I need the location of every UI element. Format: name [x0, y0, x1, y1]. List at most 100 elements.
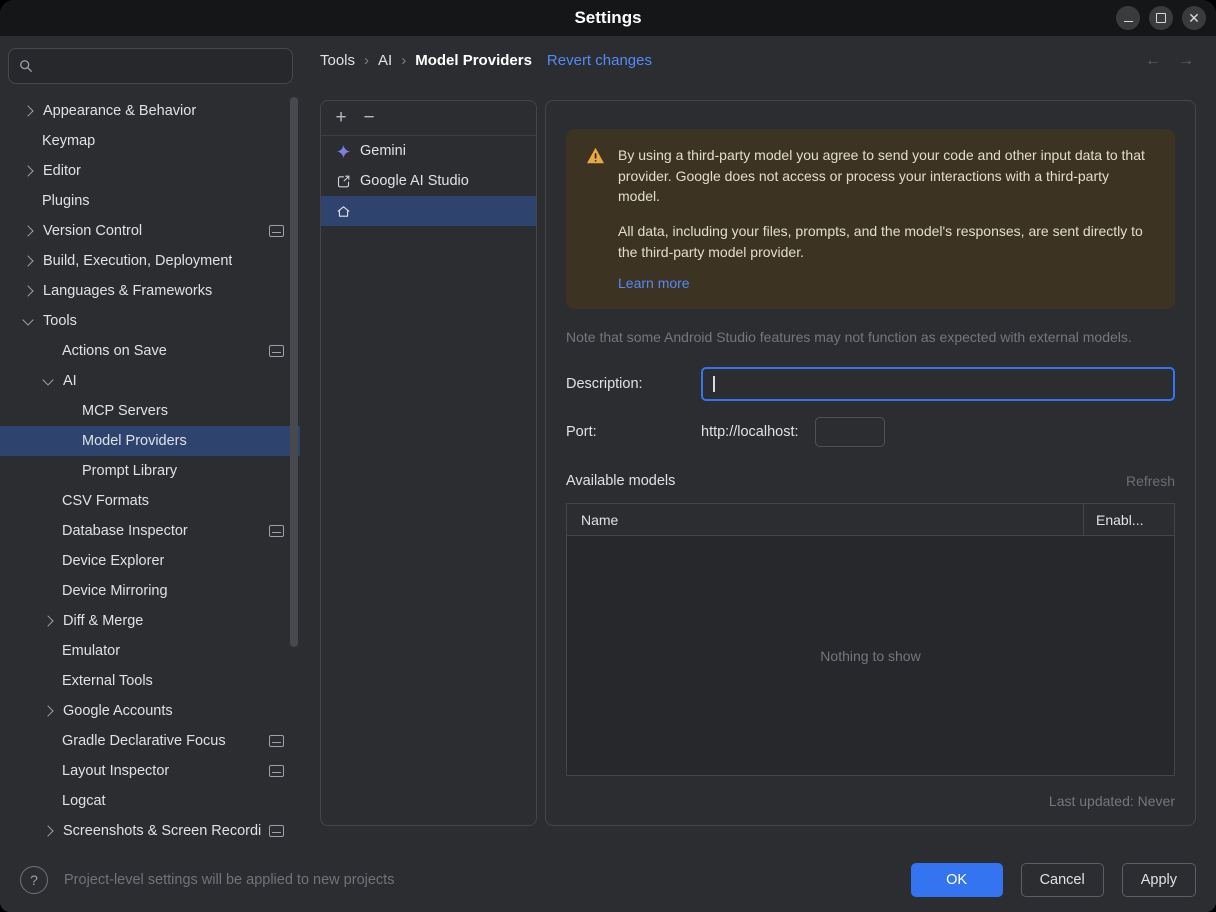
breadcrumb-ai[interactable]: AI: [378, 52, 392, 69]
gemini-icon: [335, 143, 351, 159]
port-label: Port:: [566, 424, 597, 441]
sidebar-item-label: Device Explorer: [62, 553, 165, 569]
description-input[interactable]: [711, 369, 1169, 402]
chevron-right-icon[interactable]: [42, 615, 54, 627]
sidebar-item-label: Diff & Merge: [63, 613, 144, 629]
column-header-enabled[interactable]: Enabl...: [1083, 504, 1174, 536]
sidebar-item-database-inspector[interactable]: Database Inspector: [0, 516, 300, 546]
maximize-button[interactable]: [1149, 6, 1173, 30]
models-table-body: Nothing to show: [567, 536, 1174, 776]
provider-item-gemini[interactable]: Gemini: [321, 136, 536, 166]
sidebar-item-label: Keymap: [42, 133, 96, 149]
close-button[interactable]: ✕: [1182, 6, 1206, 30]
sidebar-item-build-execution-deployment[interactable]: Build, Execution, Deployment: [0, 246, 300, 276]
sidebar-item-label: Model Providers: [82, 433, 187, 449]
sidebar-item-prompt-library[interactable]: Prompt Library: [0, 456, 300, 486]
sidebar-item-tools[interactable]: Tools: [0, 306, 300, 336]
settings-search-input[interactable]: [41, 57, 282, 75]
sidebar-item-label: Plugins: [42, 193, 90, 209]
sidebar-item-layout-inspector[interactable]: Layout Inspector: [0, 756, 300, 786]
breadcrumb-tools[interactable]: Tools: [320, 52, 355, 69]
sidebar-item-version-control[interactable]: Version Control: [0, 216, 300, 246]
minimize-icon: [1123, 20, 1133, 23]
last-updated-label: Last updated: Never: [1048, 793, 1175, 810]
refresh-button[interactable]: Refresh: [1126, 473, 1175, 489]
chevron-right-icon[interactable]: [42, 825, 54, 837]
sidebar-item-google-accounts[interactable]: Google Accounts: [0, 696, 300, 726]
sidebar-item-label: Editor: [43, 163, 81, 179]
sidebar-item-label: Emulator: [62, 643, 121, 659]
learn-more-link[interactable]: Learn more: [618, 275, 690, 291]
ok-button[interactable]: OK: [910, 863, 1003, 897]
sidebar-item-plugins[interactable]: Plugins: [0, 186, 300, 216]
warning-paragraph-1: By using a third-party model you agree t…: [618, 147, 1145, 205]
chevron-right-icon[interactable]: [22, 165, 34, 177]
sidebar-item-editor[interactable]: Editor: [0, 156, 300, 186]
chevron-down-icon[interactable]: [42, 373, 54, 386]
sidebar-item-languages-frameworks[interactable]: Languages & Frameworks: [0, 276, 300, 306]
apply-button[interactable]: Apply: [1121, 863, 1196, 897]
sidebar-item-keymap[interactable]: Keymap: [0, 126, 300, 156]
sidebar-item-label: Languages & Frameworks: [43, 283, 213, 299]
search-box[interactable]: [8, 48, 293, 84]
warning-banner: By using a third-party model you agree t…: [566, 129, 1175, 310]
aistudio-icon: [335, 173, 351, 189]
window-title: Settings: [574, 8, 642, 27]
sidebar-item-emulator[interactable]: Emulator: [0, 636, 300, 666]
sidebar-item-label: Logcat: [62, 793, 106, 809]
sidebar-item-logcat[interactable]: Logcat: [0, 786, 300, 816]
sidebar-item-external-tools[interactable]: External Tools: [0, 666, 300, 696]
sidebar-item-mcp-servers[interactable]: MCP Servers: [0, 396, 300, 426]
breadcrumb: Tools › AI › Model Providers Revert chan…: [320, 52, 652, 69]
settings-window: Settings ✕ Appearance & Behavior Keymap Ed…: [0, 0, 1216, 912]
sidebar-item-label: Device Mirroring: [62, 583, 168, 599]
sidebar-item-label: Layout Inspector: [62, 763, 170, 779]
column-header-name[interactable]: Name: [567, 504, 1083, 535]
project-override-icon: [269, 345, 284, 357]
chevron-right-icon[interactable]: [22, 225, 34, 237]
warning-icon: [587, 147, 604, 164]
empty-table-text: Nothing to show: [820, 647, 921, 664]
breadcrumb-current: Model Providers: [415, 52, 532, 69]
sidebar-item-actions-on-save[interactable]: Actions on Save: [0, 336, 300, 366]
sidebar-item-diff-merge[interactable]: Diff & Merge: [0, 606, 300, 636]
sidebar-item-ai[interactable]: AI: [0, 366, 300, 396]
sidebar-item-gradle-declarative-focus[interactable]: Gradle Declarative Focus: [0, 726, 300, 756]
models-table: Name Enabl... Nothing to show: [566, 503, 1175, 777]
remove-provider-button[interactable]: −: [355, 104, 383, 132]
help-button[interactable]: ?: [20, 866, 48, 894]
chevron-right-icon[interactable]: [42, 705, 54, 717]
forward-icon[interactable]: →: [1178, 52, 1194, 70]
sidebar-item-device-mirroring[interactable]: Device Mirroring: [0, 576, 300, 606]
sidebar-scrollbar[interactable]: [290, 97, 298, 647]
chevron-right-icon[interactable]: [22, 285, 34, 297]
sidebar-item-appearance-behavior[interactable]: Appearance & Behavior: [0, 96, 300, 126]
chevron-right-icon[interactable]: [22, 105, 34, 117]
sidebar-item-model-providers[interactable]: Model Providers: [0, 426, 300, 456]
provider-item-label: Gemini: [360, 143, 406, 159]
project-override-icon: [269, 735, 284, 747]
window-controls: ✕: [1116, 6, 1206, 30]
minimize-button[interactable]: [1116, 6, 1140, 30]
provider-item-google-ai-studio[interactable]: Google AI Studio: [321, 166, 536, 196]
providers-toolbar: + −: [321, 101, 536, 136]
provider-item-blank[interactable]: [321, 196, 536, 226]
chevron-down-icon[interactable]: [22, 313, 34, 326]
cancel-button[interactable]: Cancel: [1020, 863, 1104, 897]
add-provider-button[interactable]: +: [327, 104, 355, 132]
sidebar-item-csv-formats[interactable]: CSV Formats: [0, 486, 300, 516]
close-icon: ✕: [1188, 10, 1200, 26]
sidebar-item-device-explorer[interactable]: Device Explorer: [0, 546, 300, 576]
port-input[interactable]: [814, 417, 885, 448]
providers-panel: + − Gemini Google AI Studio: [320, 100, 537, 826]
maximize-icon: [1156, 13, 1166, 23]
sidebar-item-label: Google Accounts: [63, 703, 173, 719]
revert-changes-link[interactable]: Revert changes: [547, 52, 652, 69]
sidebar-item-screenshots-screen-recordi[interactable]: Screenshots & Screen Recordi: [0, 816, 300, 846]
history-navigation: ← →: [1145, 52, 1194, 70]
chevron-right-icon[interactable]: [22, 255, 34, 267]
models-table-header: Name Enabl...: [567, 504, 1174, 537]
back-icon[interactable]: ←: [1145, 52, 1161, 70]
description-label: Description:: [566, 376, 643, 393]
sidebar-item-label: Actions on Save: [62, 343, 167, 359]
